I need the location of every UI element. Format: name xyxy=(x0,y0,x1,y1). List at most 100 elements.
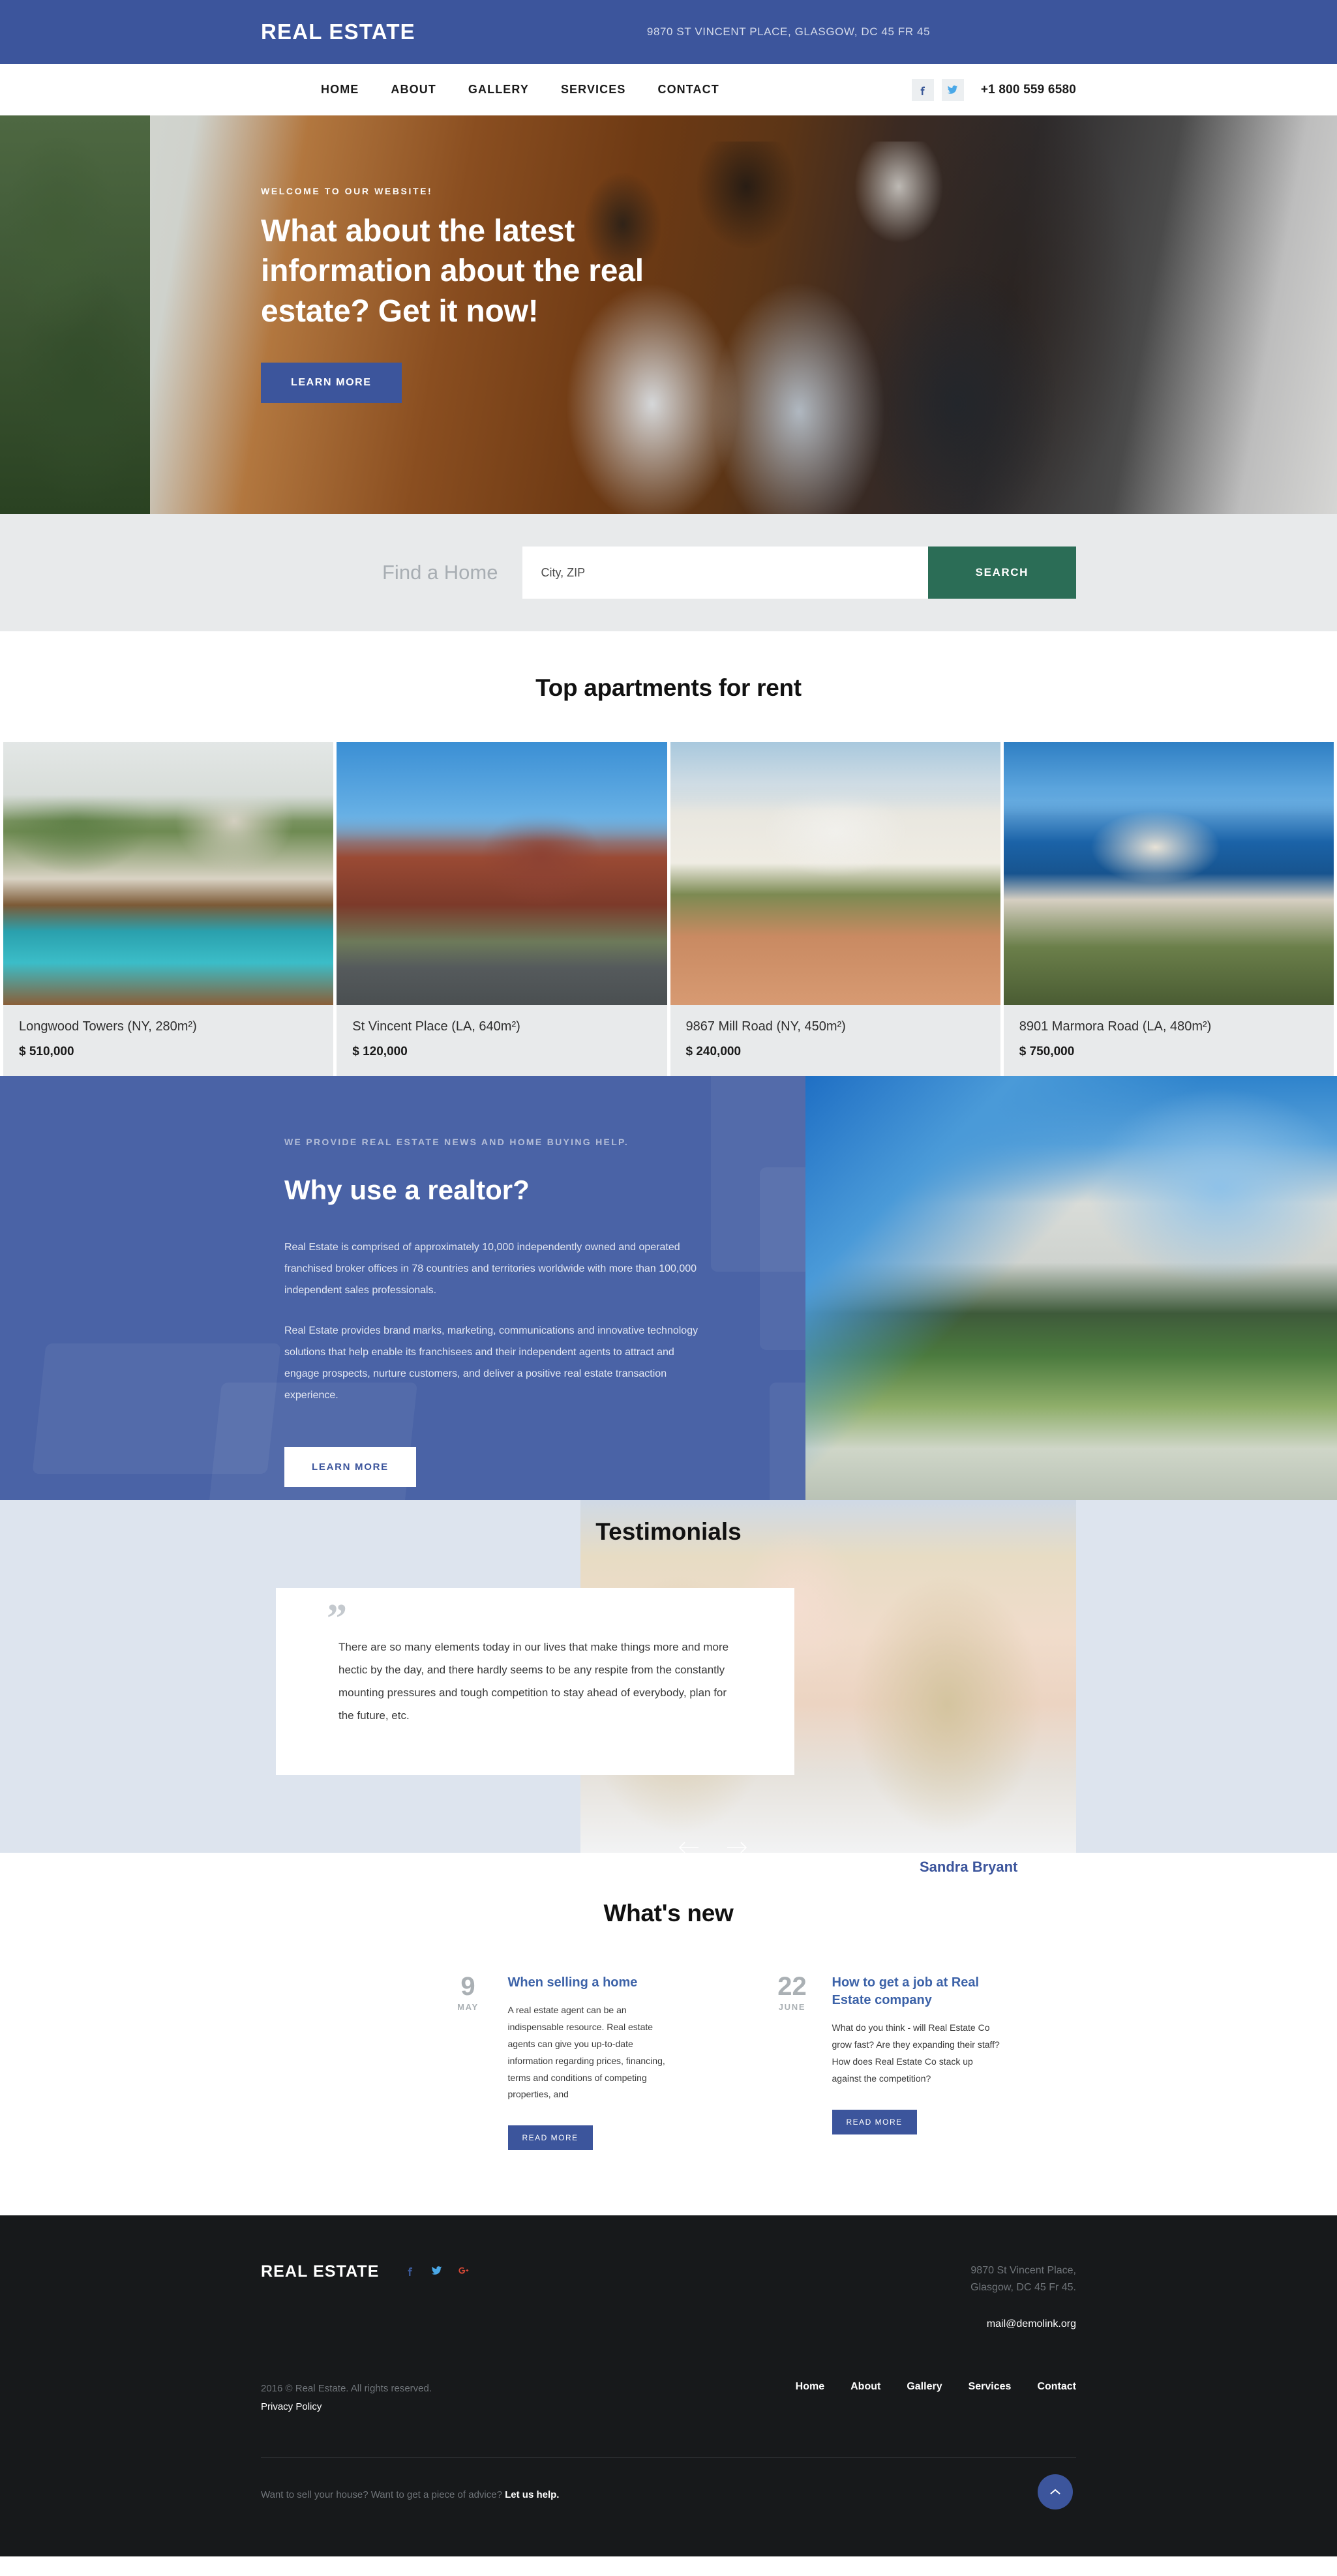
apartments-heading: Top apartments for rent xyxy=(535,674,802,701)
testimonials-section: Testimonials ” There are so many element… xyxy=(0,1500,1337,1853)
realtor-photo xyxy=(805,1076,1337,1500)
footer-cta-text: Want to sell your house? Want to get a p… xyxy=(261,2489,502,2500)
facebook-icon[interactable] xyxy=(404,2265,415,2279)
footer-contact: 9870 St Vincent Place, Glasgow, DC 45 Fr… xyxy=(970,2262,1076,2329)
blog-post: 22 June How to get a job at Real Estate … xyxy=(768,1972,1029,2150)
realtor-paragraph-1: Real Estate is comprised of approximatel… xyxy=(284,1242,697,1296)
post-month: May xyxy=(457,2002,479,2012)
apartment-card[interactable]: St Vincent Place (LA, 640m²) $ 120,000 xyxy=(337,742,667,1076)
footer-divider xyxy=(261,2457,1076,2458)
post-date: 9 May xyxy=(444,1972,492,2150)
nav-item-gallery[interactable]: Gallery xyxy=(468,83,529,97)
find-home-search-bar: Find a Home Search xyxy=(0,514,1337,631)
footer-address-line-1: 9870 St Vincent Place, xyxy=(970,2265,1076,2277)
footer-nav-item-services[interactable]: Services xyxy=(969,2381,1012,2393)
hero-learn-more-button[interactable]: Learn more xyxy=(261,363,402,404)
apartment-name: Longwood Towers (NY, 280m²) xyxy=(19,1019,197,1034)
search-input[interactable] xyxy=(522,547,928,599)
nav-item-contact[interactable]: Contact xyxy=(657,83,719,97)
blog-heading: What's new xyxy=(603,1900,734,1926)
apartments-grid: Longwood Towers (NY, 280m²) $ 510,000 St… xyxy=(3,742,1334,1076)
footer-nav: Home About Gallery Services Contact xyxy=(796,2381,1076,2393)
top-bar: Real Estate 9870 St Vincent Place, Glasg… xyxy=(0,0,1337,64)
apartment-photo xyxy=(337,742,667,1005)
search-button[interactable]: Search xyxy=(927,547,1076,599)
footer-address-line-2: Glasgow, DC 45 Fr 45. xyxy=(970,2281,1076,2293)
hero-eyebrow: Welcome to our website! xyxy=(261,186,433,196)
facebook-icon[interactable] xyxy=(911,78,934,101)
post-day: 22 xyxy=(777,1972,807,2001)
apartment-card[interactable]: 9867 Mill Road (NY, 450m²) $ 240,000 xyxy=(670,742,1000,1076)
testimonial-next-arrow-icon[interactable] xyxy=(727,1840,747,1855)
apartment-photo xyxy=(1003,742,1334,1005)
apartment-name: St Vincent Place (LA, 640m²) xyxy=(352,1019,520,1034)
apartment-photo xyxy=(670,742,1000,1005)
apartment-price: $ 510,000 xyxy=(19,1045,74,1058)
quote-mark-icon: ” xyxy=(327,1596,347,1641)
footer-top-row: Real Estate 9870 St Vincent Place, Glasg… xyxy=(261,2262,1076,2329)
post-excerpt: What do you think - will Real Estate Co … xyxy=(832,2022,1000,2084)
footer-privacy-policy-link[interactable]: Privacy Policy xyxy=(261,2398,432,2417)
back-to-top-button[interactable] xyxy=(1038,2474,1073,2509)
post-title[interactable]: When selling a home xyxy=(508,1974,681,1992)
top-apartments-section: Top apartments for rent Longwood Towers … xyxy=(0,631,1337,1076)
primary-nav: Home About Gallery Services Contact xyxy=(321,83,719,97)
realtor-eyebrow: We provide real estate news and home buy… xyxy=(284,1137,629,1147)
why-use-realtor-section: We provide real estate news and home buy… xyxy=(0,1076,1337,1500)
apartment-card[interactable]: 8901 Marmora Road (LA, 480m²) $ 750,000 xyxy=(1003,742,1334,1076)
footer-copyright-block: 2016 © Real Estate. All rights reserved.… xyxy=(261,2380,432,2417)
hero-foreground-tree xyxy=(0,115,150,514)
blog-posts: 9 May When selling a home A real estate … xyxy=(0,1972,1337,2151)
footer-nav-item-about[interactable]: About xyxy=(850,2381,880,2393)
nav-item-about[interactable]: About xyxy=(391,83,436,97)
post-read-more-button[interactable]: Read more xyxy=(507,2125,593,2151)
apartment-name: 8901 Marmora Road (LA, 480m²) xyxy=(1019,1019,1212,1034)
post-read-more-button[interactable]: Read more xyxy=(832,2109,917,2134)
apartment-card[interactable]: Longwood Towers (NY, 280m²) $ 510,000 xyxy=(3,742,334,1076)
nav-item-services[interactable]: Services xyxy=(561,83,626,97)
post-month: June xyxy=(778,2002,806,2012)
nav-right-group: +1 800 559 6580 xyxy=(911,78,1076,101)
footer-middle-row: 2016 © Real Estate. All rights reserved.… xyxy=(261,2380,1076,2417)
realtor-learn-more-button[interactable]: Learn more xyxy=(284,1446,416,1487)
apartment-photo xyxy=(3,742,334,1005)
realtor-paragraph-2: Real Estate provides brand marks, market… xyxy=(284,1325,699,1401)
footer-cta-link[interactable]: Let us help. xyxy=(505,2489,559,2500)
testimonial-card: ” There are so many elements today in ou… xyxy=(276,1588,794,1776)
post-date: 22 June xyxy=(768,1972,817,2150)
footer-logo[interactable]: Real Estate xyxy=(261,2262,380,2281)
testimonial-text: There are so many elements today in our … xyxy=(338,1641,729,1722)
nav-item-home[interactable]: Home xyxy=(321,83,359,97)
footer-cta: Want to sell your house? Want to get a p… xyxy=(261,2489,1076,2500)
apartment-price: $ 120,000 xyxy=(352,1045,408,1058)
post-day: 9 xyxy=(460,1972,475,2001)
testimonial-prev-arrow-icon[interactable] xyxy=(678,1840,699,1855)
twitter-icon[interactable] xyxy=(431,2265,442,2279)
footer-email-link[interactable]: mail@demolink.org xyxy=(970,2318,1076,2330)
realtor-heading: Why use a realtor? xyxy=(284,1175,530,1205)
site-footer: Real Estate 9870 St Vincent Place, Glasg… xyxy=(0,2215,1337,2556)
site-logo[interactable]: Real Estate xyxy=(261,20,415,44)
testimonials-heading: Testimonials xyxy=(595,1518,742,1545)
header-address: 9870 St Vincent Place, Glasgow, DC 45 FR… xyxy=(646,25,931,38)
testimonial-controls xyxy=(678,1840,747,1855)
apartment-price: $ 750,000 xyxy=(1019,1045,1075,1058)
header-phone[interactable]: +1 800 559 6580 xyxy=(981,83,1076,97)
main-navbar: Home About Gallery Services Contact +1 8… xyxy=(0,64,1337,115)
footer-nav-item-home[interactable]: Home xyxy=(796,2381,824,2393)
footer-copyright: 2016 © Real Estate. All rights reserved. xyxy=(261,2382,432,2394)
find-home-label: Find a Home xyxy=(382,561,498,584)
footer-social-links xyxy=(404,2265,469,2279)
post-excerpt: A real estate agent can be an indispensa… xyxy=(507,2005,665,2100)
hero-title: What about the latest information about … xyxy=(261,214,644,329)
realtor-text-panel: We provide real estate news and home buy… xyxy=(0,1076,805,1500)
twitter-icon[interactable] xyxy=(941,78,964,101)
apartment-name: 9867 Mill Road (NY, 450m²) xyxy=(685,1019,846,1034)
google-plus-icon[interactable] xyxy=(458,2265,469,2279)
whats-new-section: What's new 9 May When selling a home A r… xyxy=(0,1853,1337,2216)
blog-post: 9 May When selling a home A real estate … xyxy=(444,1972,705,2151)
footer-nav-item-contact[interactable]: Contact xyxy=(1037,2381,1076,2393)
footer-nav-item-gallery[interactable]: Gallery xyxy=(907,2381,942,2393)
hero-content: Welcome to our website! What about the l… xyxy=(261,115,1076,404)
post-title[interactable]: How to get a job at Real Estate company xyxy=(832,1974,995,2009)
